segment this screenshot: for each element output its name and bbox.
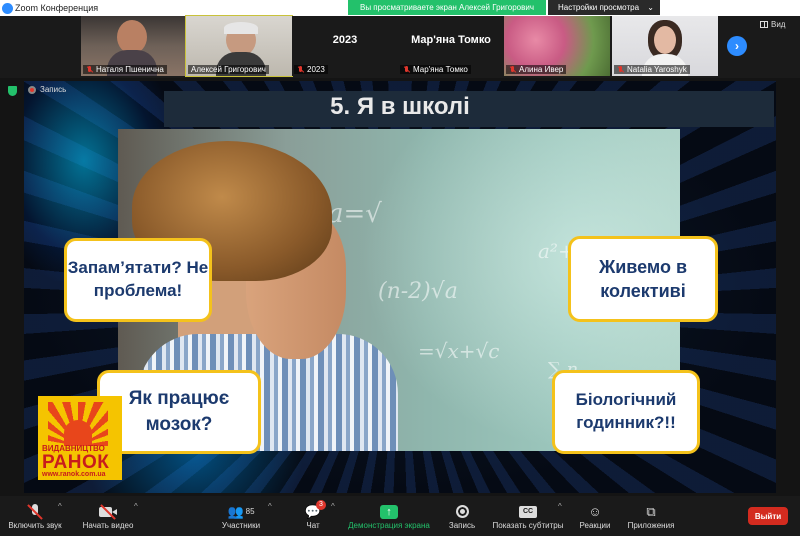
start-video-button[interactable]: Начать видео <box>80 496 136 536</box>
participant-strip: Наталя Пшенична Алексей Григорович 2023 … <box>0 15 800 78</box>
mic-off-icon <box>403 65 410 74</box>
shared-screen: 5. Я в школі a=√ (n-2)√a =√x+√c bc a²+b … <box>0 78 800 496</box>
chat-button[interactable]: 💬 3 Чат <box>298 496 328 536</box>
share-screen-button[interactable]: ↑ Демонстрация экрана <box>344 496 434 536</box>
participant-tile[interactable]: Мар'яна Томко Мар'яна Томко <box>398 16 504 76</box>
presentation-slide: 5. Я в школі a=√ (n-2)√a =√x+√c bc a²+b … <box>24 81 776 493</box>
chevron-up-icon[interactable]: ^ <box>58 502 62 511</box>
apps-label: Приложения <box>627 520 675 530</box>
participant-display-name: Мар'яна Томко <box>411 34 491 46</box>
participants-button[interactable]: 👥 85 Участники <box>218 496 264 536</box>
mic-off-icon <box>617 65 624 74</box>
reactions-icon: ☺ <box>588 504 602 519</box>
chevron-up-icon[interactable]: ^ <box>331 502 335 511</box>
security-shield-icon[interactable] <box>8 86 17 96</box>
closed-captions-icon: CC <box>519 505 537 518</box>
recording-indicator[interactable]: Запись <box>28 85 66 94</box>
bubble-memory: Запам’ятати? Не проблема! <box>64 238 212 322</box>
record-icon <box>455 505 469 518</box>
reactions-label: Реакции <box>579 520 611 530</box>
view-button[interactable]: Вид <box>760 20 785 29</box>
participant-tile[interactable]: Natalia Yaroshyk <box>612 16 718 76</box>
mic-off-icon <box>509 65 516 74</box>
participant-name: 2023 <box>307 65 325 74</box>
video-off-icon <box>97 503 119 521</box>
mic-muted-icon <box>24 503 46 521</box>
participant-display-name: 2023 <box>332 34 358 46</box>
participant-name: Мар'яна Томко <box>413 65 468 74</box>
bubble-collective: Живемо в колективі <box>568 236 718 322</box>
unmute-button[interactable]: Включить звук <box>4 496 66 536</box>
record-button[interactable]: Запись <box>446 496 478 536</box>
unmute-label: Включить звук <box>8 520 62 530</box>
next-page-button[interactable]: › <box>727 36 747 56</box>
share-screen-label: Демонстрация экрана <box>348 520 430 530</box>
zoom-logo-icon <box>2 2 13 14</box>
window-title: Zoom Конференция <box>15 3 99 13</box>
chevron-up-icon[interactable]: ^ <box>558 502 562 511</box>
share-screen-icon: ↑ <box>380 504 398 519</box>
start-video-label: Начать видео <box>82 520 134 530</box>
apps-icon: ⧉ <box>646 503 656 519</box>
participant-label: 2023 <box>294 65 328 74</box>
chevron-right-icon: › <box>735 39 739 53</box>
slide-title: 5. Я в школі <box>330 93 470 120</box>
chat-label: Чат <box>306 520 320 530</box>
recording-label: Запись <box>40 85 67 94</box>
chevron-down-icon: ⌄ <box>647 3 654 12</box>
record-icon <box>28 85 36 94</box>
apps-button[interactable]: ⧉ Приложения <box>624 496 678 536</box>
participant-tile[interactable]: Алина Ивер <box>504 16 610 76</box>
participant-label: Алексей Григорович <box>188 65 269 74</box>
publisher-url: www.ranok.com.ua <box>42 471 106 478</box>
participant-name: Natalia Yaroshyk <box>627 65 687 74</box>
participant-name: Алина Ивер <box>519 65 564 74</box>
chevron-up-icon[interactable]: ^ <box>134 502 138 511</box>
view-options-label: Настройки просмотра <box>558 3 640 12</box>
reactions-button[interactable]: ☺ Реакции <box>576 496 614 536</box>
captions-label: Показать субтитры <box>492 520 564 530</box>
participant-tile[interactable]: Наталя Пшенична <box>81 16 187 76</box>
participant-tile[interactable]: 2023 2023 <box>292 16 398 76</box>
participant-name: Наталя Пшенична <box>96 65 164 74</box>
grid-icon <box>760 21 768 28</box>
participants-icon: 👥 85 <box>227 503 255 519</box>
participants-label: Участники <box>221 520 261 530</box>
participant-label: Мар'яна Томко <box>400 65 471 74</box>
mic-off-icon <box>86 65 93 74</box>
participant-label: Алина Ивер <box>506 65 567 74</box>
record-label: Запись <box>448 520 476 530</box>
mic-off-icon <box>297 65 304 74</box>
captions-button[interactable]: CC Показать субтитры <box>490 496 566 536</box>
view-options-button[interactable]: Настройки просмотра ⌄ <box>548 0 660 15</box>
chat-badge: 3 <box>316 499 326 510</box>
participant-name: Алексей Григорович <box>191 65 266 74</box>
chat-icon: 💬 3 <box>302 499 326 521</box>
bubble-biological-clock: Біологічний годинник?!! <box>552 370 700 454</box>
participant-label: Natalia Yaroshyk <box>614 65 690 74</box>
leave-button[interactable]: Выйти <box>748 507 788 525</box>
view-button-label: Вид <box>771 20 786 29</box>
chevron-up-icon[interactable]: ^ <box>268 502 272 511</box>
share-banner: Вы просматриваете экран Алексей Григоров… <box>348 0 546 15</box>
publisher-logo: ВИДАВНИЦТВО РАНОК www.ranok.com.ua <box>38 396 122 480</box>
participant-label: Наталя Пшенична <box>83 65 167 74</box>
meeting-toolbar: Включить звук ^ Начать видео ^ 👥 85 Участ… <box>0 496 800 536</box>
participant-tile[interactable]: Алексей Григорович <box>185 15 293 77</box>
participants-count: 85 <box>245 507 255 516</box>
